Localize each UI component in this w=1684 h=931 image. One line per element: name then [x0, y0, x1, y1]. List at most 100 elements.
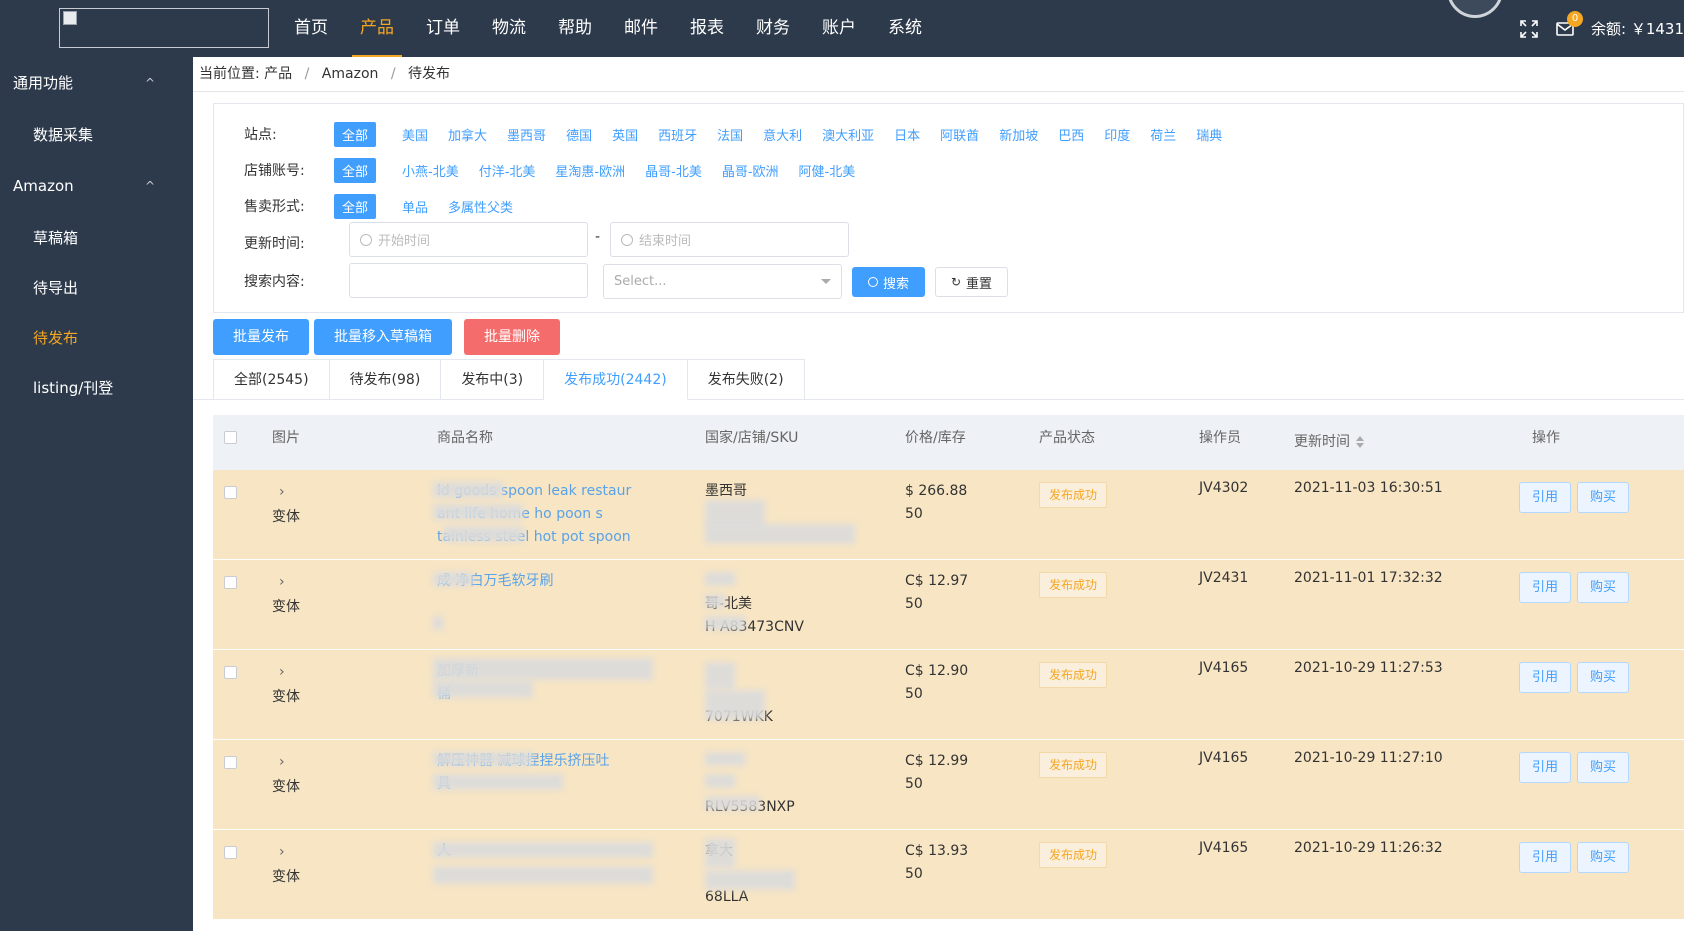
tab-0[interactable]: 全部(2545) — [213, 359, 330, 400]
reset-button[interactable]: ↻ 重置 — [935, 267, 1008, 297]
price-value: C$ 12.99 — [905, 753, 969, 769]
cite-button[interactable]: 引用 — [1519, 842, 1572, 873]
cite-button[interactable]: 引用 — [1519, 752, 1572, 783]
site-chips-chip-11[interactable]: 阿联酋 — [940, 122, 979, 147]
fullscreen-icon[interactable] — [1519, 19, 1539, 39]
variant-label: 变体 — [272, 689, 300, 705]
cite-button[interactable]: 引用 — [1519, 482, 1572, 513]
nav-item-1[interactable]: 产品 — [346, 0, 408, 57]
site-chips-chip-13[interactable]: 巴西 — [1058, 122, 1084, 147]
site-chips-chip-8[interactable]: 意大利 — [763, 122, 802, 147]
buy-button[interactable]: 购买 — [1577, 662, 1630, 693]
sale-chips-chip-0[interactable]: 全部 — [334, 193, 377, 219]
product-name-link[interactable]: 成 净白万毛软牙刷 — [437, 570, 687, 593]
select-all-checkbox[interactable] — [224, 431, 237, 444]
store-chips-chip-5[interactable]: 晶哥-欧洲 — [722, 158, 779, 183]
expand-chevron-icon[interactable]: › — [279, 574, 285, 590]
nav-item-7[interactable]: 财务 — [742, 0, 804, 57]
bulk-move-to-draft-button[interactable]: 批量移入草稿箱 — [314, 319, 452, 355]
mail-icon[interactable]: 0 — [1555, 10, 1583, 39]
buy-button[interactable]: 购买 — [1577, 752, 1630, 783]
nav-item-5[interactable]: 邮件 — [610, 0, 672, 57]
buy-button[interactable]: 购买 — [1577, 482, 1630, 513]
logo[interactable] — [59, 8, 269, 48]
search-button[interactable]: 搜索 — [852, 267, 925, 297]
store-chips-chip-0[interactable]: 全部 — [334, 157, 377, 183]
tab-2[interactable]: 发布中(3) — [441, 359, 545, 400]
row-checkbox[interactable] — [224, 666, 237, 679]
bulk-delete-button[interactable]: 批量删除 — [464, 319, 560, 355]
store-chips-chip-3[interactable]: 星淘惠-欧洲 — [555, 158, 625, 183]
sidebar-group-0[interactable]: 通用功能 ^ — [0, 57, 193, 110]
cite-button[interactable]: 引用 — [1519, 572, 1572, 603]
sidebar-item-1-1[interactable]: 待导出 — [0, 263, 193, 313]
site-chips-chip-7[interactable]: 法国 — [717, 122, 743, 147]
store-chips-chip-2[interactable]: 付洋-北美 — [479, 158, 536, 183]
sidebar-item-1-3[interactable]: listing/刊登 — [0, 363, 193, 413]
site-chips-chip-10[interactable]: 日本 — [894, 122, 920, 147]
store-chips-chip-6[interactable]: 阿健-北美 — [799, 158, 856, 183]
site-chips-chip-6[interactable]: 西班牙 — [658, 122, 697, 147]
buy-button[interactable]: 购买 — [1577, 572, 1630, 603]
sidebar-item-1-2[interactable]: 待发布 — [0, 313, 193, 363]
nav-item-4[interactable]: 帮助 — [544, 0, 606, 57]
row-checkbox[interactable] — [224, 576, 237, 589]
site-chips-chip-15[interactable]: 荷兰 — [1150, 122, 1176, 147]
site-chips-chip-12[interactable]: 新加坡 — [999, 122, 1038, 147]
sidebar-item-0-0[interactable]: 数据采集 — [0, 110, 193, 160]
site-chips-chip-14[interactable]: 印度 — [1104, 122, 1130, 147]
avatar[interactable] — [1447, 0, 1503, 18]
site-chips-chip-4[interactable]: 德国 — [566, 122, 592, 147]
expand-chevron-icon[interactable]: › — [279, 484, 285, 500]
end-time-picker[interactable]: 结束时间 — [610, 222, 849, 257]
expand-chevron-icon[interactable]: › — [279, 664, 285, 680]
breadcrumb-prefix: 当前位置: — [199, 66, 260, 82]
row-checkbox[interactable] — [224, 486, 237, 499]
row-checkbox[interactable] — [224, 846, 237, 859]
nav-item-8[interactable]: 账户 — [808, 0, 870, 57]
site-chips-chip-5[interactable]: 英国 — [612, 122, 638, 147]
site-chips-chip-0[interactable]: 全部 — [334, 121, 377, 147]
clock-icon — [360, 233, 372, 246]
cite-button[interactable]: 引用 — [1519, 662, 1572, 693]
operator: JV4165 — [1199, 840, 1249, 856]
expand-chevron-icon[interactable]: › — [279, 754, 285, 770]
sidebar-item-1-0[interactable]: 草稿箱 — [0, 213, 193, 263]
site-chips-chip-3[interactable]: 墨西哥 — [507, 122, 546, 147]
site-chips-chip-9[interactable]: 澳大利亚 — [822, 122, 874, 147]
sale-chips-chip-2[interactable]: 多属性父类 — [448, 194, 513, 219]
buy-button[interactable]: 购买 — [1577, 842, 1630, 873]
broken-image-icon — [63, 11, 77, 25]
bulk-publish-button[interactable]: 批量发布 — [213, 319, 309, 355]
sort-icon[interactable] — [1356, 436, 1364, 448]
nav-item-6[interactable]: 报表 — [676, 0, 738, 57]
breadcrumb-item-current: 待发布 — [408, 66, 451, 82]
tab-1[interactable]: 待发布(98) — [329, 359, 442, 400]
search-input[interactable] — [349, 263, 588, 298]
search-field-select[interactable]: Select... — [603, 264, 842, 299]
store-chips-chip-1[interactable]: 小燕-北美 — [402, 158, 459, 183]
nav-item-0[interactable]: 首页 — [280, 0, 342, 57]
sidebar-group-1[interactable]: Amazon ^ — [0, 160, 193, 213]
start-time-picker[interactable]: 开始时间 — [349, 222, 588, 257]
site-chips-chip-1[interactable]: 美国 — [402, 122, 428, 147]
site-chips-chip-16[interactable]: 瑞典 — [1196, 122, 1222, 147]
product-table: 图片 商品名称 国家/店铺/SKU 价格/库存 产品状态 操作员 更新时间 操作… — [213, 415, 1684, 920]
row-checkbox[interactable] — [224, 756, 237, 769]
redaction-blur — [705, 572, 735, 586]
expand-chevron-icon[interactable]: › — [279, 844, 285, 860]
breadcrumb-item-amazon[interactable]: Amazon — [322, 66, 379, 82]
nav-item-2[interactable]: 订单 — [412, 0, 474, 57]
col-update-time[interactable]: 更新时间 — [1294, 419, 1364, 465]
nav-item-3[interactable]: 物流 — [478, 0, 540, 57]
sale-chips-chip-1[interactable]: 单品 — [402, 194, 428, 219]
nav-item-9[interactable]: 系统 — [874, 0, 936, 57]
breadcrumb-item-product[interactable]: 产品 — [264, 66, 292, 82]
store-chips-chip-4[interactable]: 晶哥-北美 — [645, 158, 702, 183]
tab-3[interactable]: 发布成功(2442) — [544, 359, 688, 400]
tab-4[interactable]: 发布失败(2) — [687, 359, 805, 400]
redaction-blur — [705, 524, 855, 544]
site-chips-chip-2[interactable]: 加拿大 — [448, 122, 487, 147]
search-button-label: 搜索 — [882, 276, 909, 292]
table-row: ›变体加厚新 桶 7071WKKC$ 12.9050发布成功JV41652021… — [213, 650, 1684, 740]
